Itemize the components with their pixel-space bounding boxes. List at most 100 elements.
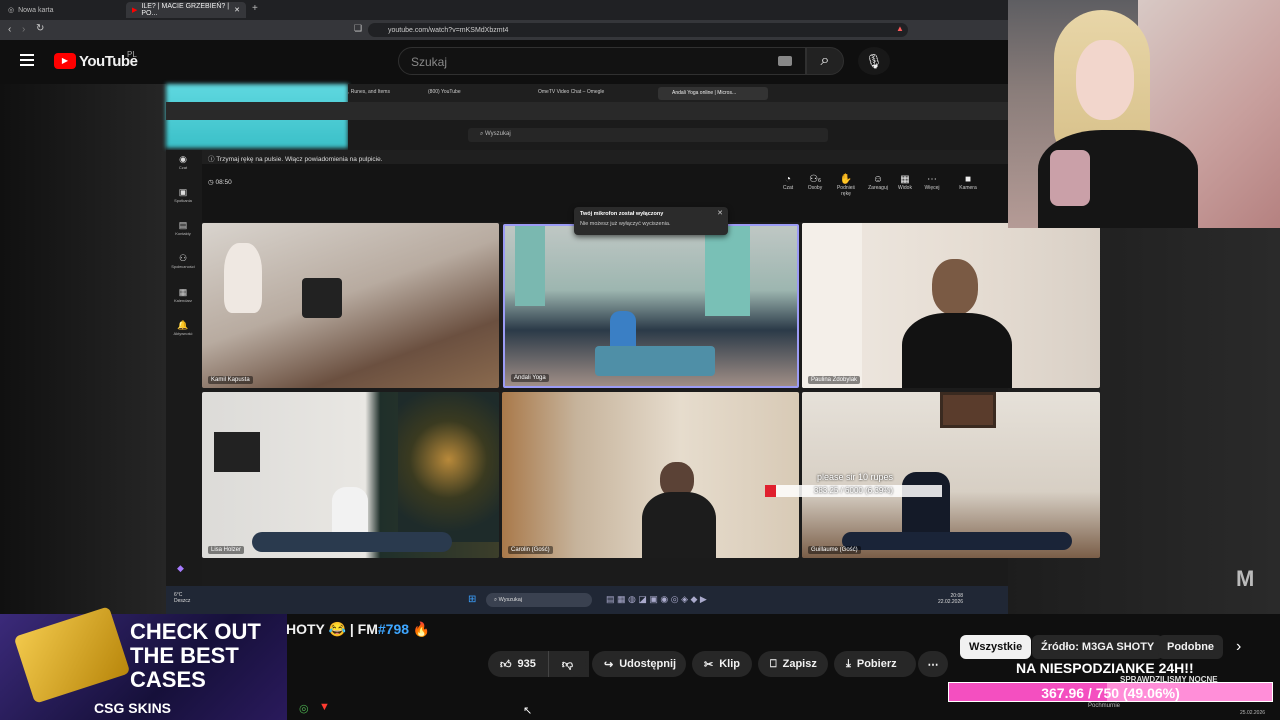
- inner-address-bar: [166, 102, 1008, 120]
- inner-tab: OmeTV Video Chat – Omegle: [538, 89, 605, 95]
- search-input[interactable]: Szukaj: [398, 47, 806, 75]
- toolbar-label: Czat: [782, 185, 794, 191]
- keyboard-icon[interactable]: [778, 56, 792, 66]
- forward-icon[interactable]: ›: [22, 24, 25, 35]
- participant-name: Lisa Holzer: [208, 546, 245, 554]
- extension-icon[interactable]: ▲: [896, 24, 904, 33]
- inner-tab-strip: , Runes, and Items (800) YouTube OmeTV V…: [348, 84, 1008, 102]
- inner-sidebar-contacts: ▤ Kontakty: [168, 220, 198, 236]
- participant-legs: [252, 532, 452, 552]
- chip-related[interactable]: Podobne: [1158, 635, 1224, 659]
- participant-name: Paulina Zdobylak: [808, 376, 861, 384]
- download-button[interactable]: ⤓ Pobierz: [834, 651, 916, 677]
- browser-tab-label: Nowa karta: [18, 6, 54, 14]
- participant-tile: Kamil Kapusta: [202, 223, 499, 388]
- streamer-face: [1076, 40, 1134, 120]
- chip-all[interactable]: Wszystkie: [960, 635, 1032, 659]
- close-tab-icon[interactable]: ✕: [234, 6, 240, 14]
- scissors-icon: ✂: [704, 658, 714, 671]
- save-label: Zapisz: [782, 658, 817, 670]
- windows-start-icon: ⊞: [468, 594, 477, 605]
- tapestry: [398, 392, 499, 542]
- participant-name: Andali Yoga: [511, 374, 549, 382]
- chat-icon: ◔: [784, 174, 792, 185]
- inner-tab: (800) YouTube: [428, 89, 461, 95]
- chevron-right-icon[interactable]: ›: [1236, 638, 1241, 656]
- participant-body: [332, 487, 368, 537]
- participant-tile: Carolin (Gość): [502, 392, 799, 558]
- donation-progress-text: 383.25 / 6000 (6.39%): [813, 486, 894, 495]
- browser-tab-active[interactable]: ▶ ILE? | MACIE GRZEBIEŃ? | PO... ✕: [126, 2, 246, 18]
- host-taskbar-brave-icon[interactable]: ▼: [319, 701, 330, 713]
- goal-progress-bar: 367.96 / 750 (49.06%): [948, 682, 1273, 702]
- search-button[interactable]: ⌕: [806, 47, 844, 75]
- toolbar-label: Zareaguj: [868, 185, 888, 191]
- bell-icon: 🔔: [177, 320, 189, 330]
- toolbar-more: ⋯ Więcej: [920, 174, 944, 191]
- inner-search-text: Wyszukaj: [485, 131, 511, 137]
- voice-search-button[interactable]: 🎙: [858, 47, 890, 75]
- inner-sidebar-label: Spotkania: [174, 198, 192, 203]
- mouse-cursor-icon: ↖: [523, 705, 533, 717]
- participant-legs: [842, 532, 1072, 550]
- more-icon: ⋯: [927, 658, 939, 671]
- curtain: [515, 226, 545, 306]
- inner-sidebar-activity: 🔔 Aktywność: [168, 320, 198, 336]
- video-icon: ▣: [178, 187, 188, 197]
- toolbar-label: Osoby: [807, 185, 823, 191]
- bookmark-icon[interactable]: ❏: [354, 23, 362, 34]
- inner-left-rail: [166, 150, 202, 586]
- timer-text: 08:50: [215, 179, 232, 186]
- ad-knife-art: [13, 606, 131, 704]
- inner-search: ⌕ Wyszukaj: [468, 128, 828, 142]
- participant-name: Guillaume (Gość): [808, 546, 861, 554]
- video-title-text: HOTY 😂 | FM: [286, 621, 378, 637]
- participant-name: Kamil Kapusta: [208, 376, 253, 384]
- menu-icon[interactable]: [20, 54, 34, 66]
- share-label: Udostępnij: [619, 658, 677, 670]
- search-placeholder: Szukaj: [411, 55, 448, 69]
- clip-label: Klip: [719, 658, 740, 670]
- thumbs-down-icon: 👎︎: [561, 658, 574, 671]
- clip-button[interactable]: ✂ Klip: [692, 651, 752, 677]
- reload-icon[interactable]: ↻: [36, 23, 44, 34]
- toolbar-label: Więcej: [924, 185, 940, 191]
- toolbar-camera: ■ Kamera: [956, 174, 980, 191]
- toast-body: Nie możesz już wyłączyć wyciszenia.: [580, 221, 671, 227]
- back-icon[interactable]: ‹: [8, 24, 11, 35]
- save-button[interactable]: ⎕ Zapisz: [758, 651, 828, 677]
- share-button[interactable]: ↪ Udostępnij: [592, 651, 686, 677]
- browser-tab[interactable]: ◎ Nowa karta: [2, 2, 122, 18]
- more-actions-button[interactable]: ⋯: [918, 651, 948, 677]
- toast-title: Twój mikrofon został wyłączony: [580, 211, 664, 217]
- ad-headline: CHECK OUT THE BEST CASES: [130, 620, 280, 692]
- browser-tab-strip: ◎ Nowa karta ▶ ILE? | MACIE GRZEBIEŃ? | …: [0, 0, 1010, 20]
- chip-source[interactable]: Źródło: M3GA SHOTY: [1032, 635, 1164, 659]
- browser-tab-label: ILE? | MACIE GRZEBIEŃ? | PO...: [141, 3, 230, 17]
- new-tab-button[interactable]: +: [252, 3, 258, 14]
- inner-sidebar-label: Społeczności: [171, 264, 195, 269]
- hashtag-link[interactable]: #798: [378, 621, 409, 637]
- plush-toy: [224, 243, 262, 313]
- inner-sidebar-label: Kontakty: [175, 231, 191, 236]
- region-code: PL: [127, 50, 137, 59]
- inner-sidebar-label: Czat: [178, 165, 188, 170]
- host-taskbar-app-icon[interactable]: ◎: [299, 702, 309, 715]
- participant-body: [642, 492, 716, 558]
- host-weather: Pochmurnie: [1088, 703, 1121, 709]
- bookmark-icon: ⎕: [770, 657, 777, 670]
- taskbar-weather: 6°C Deszcz: [174, 592, 190, 604]
- participant-tile: Paulina Zdobylak: [802, 223, 1100, 388]
- grid-icon: ▦: [900, 174, 910, 185]
- contacts-icon: ▤: [178, 220, 188, 230]
- dislike-button[interactable]: 👎︎: [548, 651, 586, 677]
- notification-banner: ⓘ Trzymaj rękę na pulsie. Włącz powiadom…: [202, 150, 1008, 164]
- ad-text: CHECK OUT THE BEST CASES: [130, 619, 261, 692]
- fire-emoji: 🔥: [412, 621, 431, 637]
- meeting-timer: ◷ 08:50: [208, 179, 232, 186]
- wall-picture: [940, 392, 996, 428]
- chat-icon: ◉: [179, 154, 187, 164]
- address-bar[interactable]: youtube.com/watch?v=mKSMdXbzmt4: [368, 23, 908, 37]
- recommended-video-title[interactable]: NA NIESPODZIANKE 24H!!: [1016, 660, 1194, 676]
- youtube-logo-icon[interactable]: ▶: [54, 53, 76, 69]
